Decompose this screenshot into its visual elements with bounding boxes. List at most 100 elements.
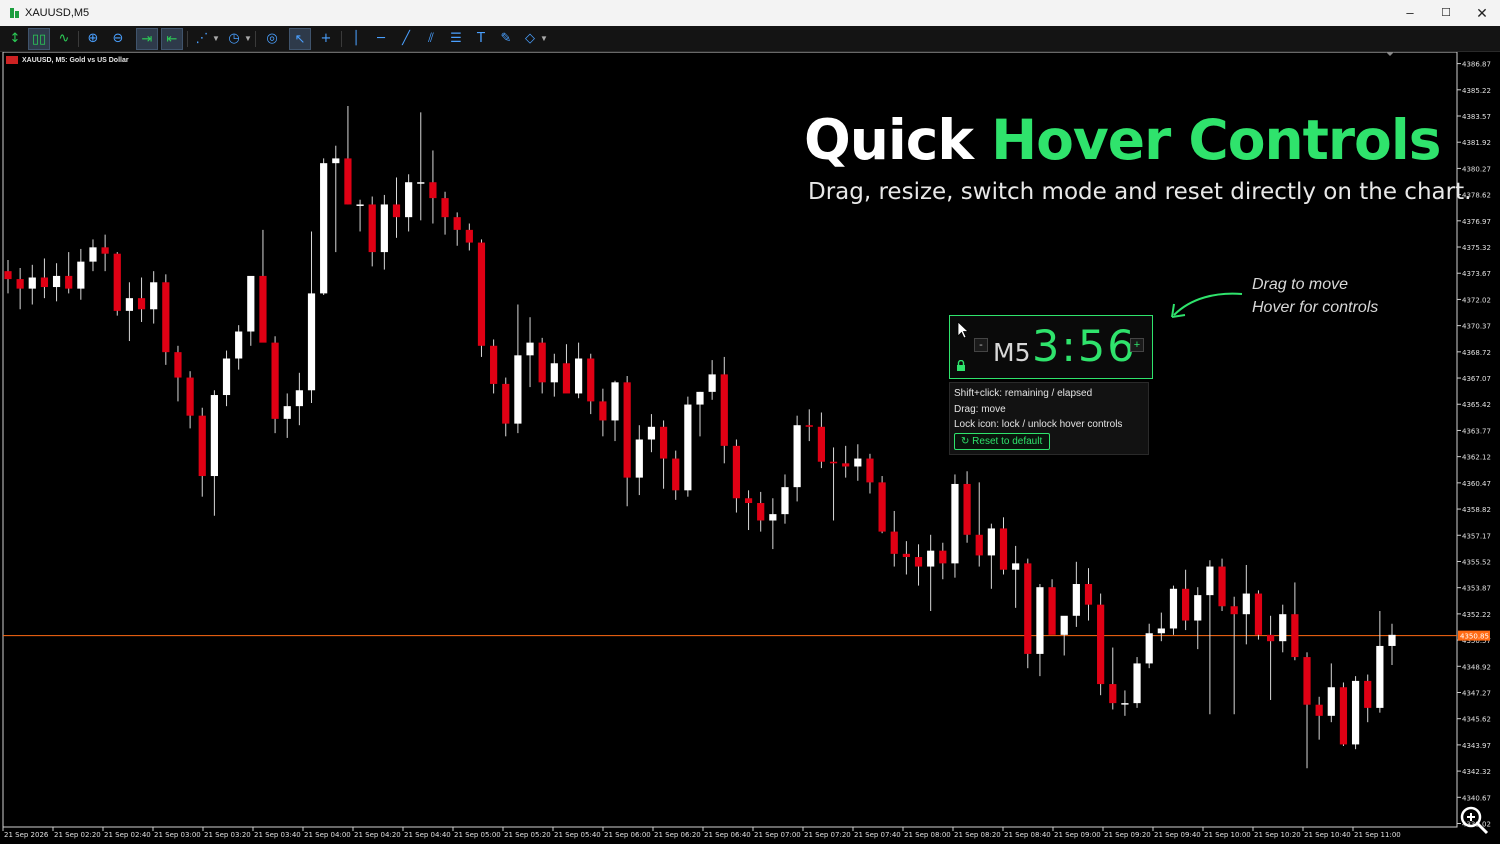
candle-body [1218,566,1226,607]
cursor-icon[interactable]: ↖ [289,28,311,50]
autoscroll-icon[interactable]: ⇥ [136,28,158,50]
maximize-button[interactable]: ☐ [1428,0,1464,26]
price-tick-label: 4370.37 [1462,323,1491,331]
symbol-description: XAUUSD, M5: Gold vs US Dollar [6,56,129,64]
minimize-button[interactable]: – [1392,0,1428,26]
candle [999,517,1008,575]
candle [4,260,12,294]
candle [77,248,85,300]
candle-body [1145,633,1153,664]
tooltip-line-1: Shift+click: remaining / elapsed [954,388,1093,399]
price-tick-label: 4348.92 [1462,663,1491,671]
new-order-icon[interactable]: ↕ [4,28,26,50]
zoom-in-icon[interactable]: ⊕ [82,28,104,50]
candle [744,490,753,531]
candle-body [1060,615,1068,635]
candle [89,239,97,272]
text-icon[interactable]: T [470,28,492,50]
candle [1266,615,1275,700]
candle [1206,560,1214,715]
lock-icon[interactable] [956,360,966,371]
candle-timer-widget[interactable]: - M5 3:56 + [949,315,1153,379]
candle [28,264,36,305]
price-tick-label: 4383.57 [1462,113,1491,121]
toolbar-separator [255,31,256,47]
candle-body [1254,593,1263,635]
candle-body [1084,584,1093,605]
close-button[interactable]: ✕ [1464,0,1500,26]
candle-body [1036,587,1044,654]
time-tick-label: 21 Sep 02:20 [54,831,101,839]
trendline-icon[interactable]: ╱ [395,28,417,50]
candle-body [951,483,959,564]
candle-body [793,425,801,488]
candle [368,196,376,267]
increase-size-button[interactable]: + [1130,338,1144,352]
price-chart[interactable]: 4386.87 4385.22 4383.57 4381.92 4380.27 4378.… [0,52,1500,844]
candle-body [1097,604,1105,685]
periods-icon[interactable]: ◷ [223,28,245,50]
crosshair-icon[interactable]: + [315,28,337,50]
candles-icon[interactable]: ▯▯ [28,28,50,50]
candle [162,274,170,365]
candle-body [405,182,413,218]
candle [975,482,983,567]
candle [574,342,583,399]
time-tick-label: 21 Sep 02:40 [104,831,151,839]
chart-shift-marker-icon [1386,52,1394,56]
candle [283,393,291,438]
fibonacci-icon[interactable]: ☰ [445,28,467,50]
candle-body [914,557,923,567]
candle-body [429,182,437,199]
countdown-value[interactable]: 3:56 [1032,322,1137,372]
candle-body [1376,645,1384,708]
shapes-icon[interactable]: ◇ [519,28,541,50]
candle-body [368,204,376,253]
reset-to-default-button[interactable]: ↻ Reset to default [954,433,1051,450]
decrease-size-button[interactable]: - [974,338,988,352]
indicators-dropdown-icon[interactable]: ▼ [212,28,220,50]
candle [1121,690,1129,716]
periods-dropdown-icon[interactable]: ▼ [244,28,252,50]
chart-shift-icon[interactable]: ⇤ [161,28,183,50]
candle-body [1024,563,1032,654]
candle [490,339,498,394]
candle [514,304,522,434]
chart-toolbar: ↕ ▯▯ ∿ ⊕ ⊖ ⇥ ⇤ ⋰ ▼ ◷ ▼ ◎ ↖ + │ ─ ╱ ⫽ ☰ T… [0,26,1500,52]
candle-body [829,461,838,464]
time-tick-label: 21 Sep 06:40 [704,831,751,839]
candle [101,234,109,272]
screenshot-icon[interactable]: ◎ [261,28,283,50]
price-tick-label: 4357.17 [1462,532,1491,540]
price-tick-label: 4373.67 [1462,270,1491,278]
indicators-icon[interactable]: ⋰ [191,28,213,50]
candle [1072,561,1080,627]
candle [465,223,473,251]
candle-body [125,298,134,311]
horizontal-line-icon[interactable]: ─ [370,28,392,50]
candle [1182,569,1190,631]
time-tick-label: 21 Sep 06:00 [604,831,651,839]
candle-body [1109,684,1117,704]
zoom-magnifier-icon[interactable] [1458,804,1490,836]
candle [65,252,73,294]
candle-body [732,445,741,499]
price-tick-label: 4362.12 [1462,454,1491,462]
price-tick-label: 4347.27 [1462,689,1491,697]
pencil-icon[interactable]: ✎ [495,28,517,50]
candle [1364,674,1372,723]
vertical-line-icon[interactable]: │ [345,28,367,50]
shapes-dropdown-icon[interactable]: ▼ [540,28,548,50]
candle [52,263,61,302]
candle-body [356,204,364,206]
candle-body [635,439,643,478]
channel-icon[interactable]: ⫽ [420,28,442,50]
candle [635,425,643,496]
line-chart-icon[interactable]: ∿ [53,28,75,50]
candle [295,372,303,426]
candle-body [271,342,279,419]
time-tick-label: 21 Sep 10:00 [1204,831,1251,839]
zoom-out-icon[interactable]: ⊖ [107,28,129,50]
time-tick-label: 21 Sep 07:20 [804,831,851,839]
candle-body [866,458,874,483]
